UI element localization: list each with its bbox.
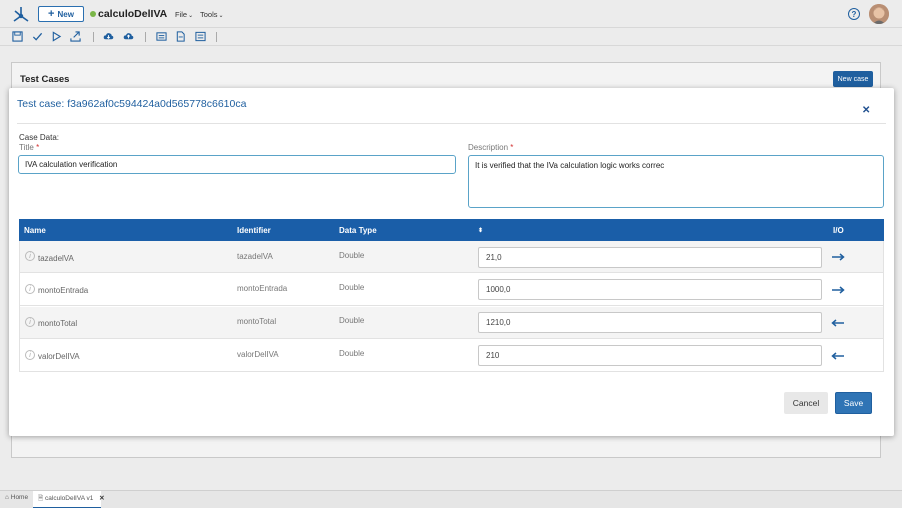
toolbar-separator bbox=[145, 32, 146, 42]
plus-icon: + bbox=[48, 8, 55, 20]
info-icon[interactable]: i bbox=[25, 350, 35, 360]
value-input[interactable]: 210 bbox=[478, 345, 822, 366]
param-name: tazadelVA bbox=[38, 254, 74, 263]
param-data-type: Double bbox=[339, 316, 365, 325]
app-title: calculoDelIVA bbox=[98, 8, 168, 20]
table-border bbox=[19, 241, 20, 371]
toolbar-separator bbox=[93, 32, 94, 42]
tab-active-label: calculoDelIVA v1 bbox=[45, 495, 94, 502]
header-identifier: Identifier bbox=[237, 226, 271, 235]
header-data-type: Data Type bbox=[339, 226, 377, 235]
param-name: valorDelIVA bbox=[38, 352, 80, 361]
description-label-text: Description bbox=[468, 143, 509, 152]
case-data-label: Case Data: bbox=[19, 133, 60, 142]
info-icon[interactable]: i bbox=[25, 251, 35, 261]
required-mark: * bbox=[510, 143, 514, 152]
title-label-text: Title bbox=[19, 143, 34, 152]
deploy-icon[interactable] bbox=[70, 31, 81, 42]
tab-home[interactable]: ⌂ Home bbox=[5, 494, 28, 501]
cloud-download-icon[interactable] bbox=[103, 31, 114, 42]
app-logo-icon[interactable] bbox=[12, 5, 30, 23]
bottom-tab-bar: ⌂ Home 🗎 calculoDelIVA v1 ✕ bbox=[0, 490, 902, 508]
test-cases-icon[interactable] bbox=[195, 31, 206, 42]
value-input[interactable]: 1000,0 bbox=[478, 279, 822, 300]
cloud-upload-icon[interactable] bbox=[123, 31, 134, 42]
header-name: Name bbox=[24, 226, 46, 235]
menu-file-label: File bbox=[175, 10, 188, 19]
modal-divider bbox=[17, 123, 886, 124]
arrow-left-icon bbox=[831, 352, 844, 360]
tab-home-label: Home bbox=[10, 494, 29, 501]
avatar[interactable] bbox=[869, 4, 889, 24]
home-icon: ⌂ bbox=[5, 494, 9, 501]
check-icon[interactable] bbox=[32, 31, 43, 42]
run-icon[interactable] bbox=[51, 31, 62, 42]
title-input[interactable]: IVA calculation verification bbox=[18, 155, 456, 174]
param-data-type: Double bbox=[339, 283, 365, 292]
sort-icon[interactable]: ⬍ bbox=[478, 227, 483, 234]
param-name: montoTotal bbox=[38, 319, 78, 328]
toolbar-separator bbox=[216, 32, 217, 42]
close-icon[interactable]: ✕ bbox=[862, 105, 870, 116]
top-bar: + New calculoDelIVA File⌄ Tools⌄ ? bbox=[0, 0, 902, 28]
help-icon[interactable]: ? bbox=[848, 8, 860, 20]
table-row: i tazadelVA tazadelVA Double 21,0 bbox=[19, 241, 884, 273]
param-identifier: tazadelVA bbox=[237, 252, 273, 261]
table-row: i valorDelIVA valorDelIVA Double 210 bbox=[19, 340, 884, 372]
save-icon[interactable] bbox=[12, 31, 23, 42]
value-input[interactable]: 21,0 bbox=[478, 247, 822, 268]
cancel-button[interactable]: Cancel bbox=[784, 392, 828, 414]
param-identifier: montoEntrada bbox=[237, 284, 288, 293]
new-button[interactable]: + New bbox=[38, 6, 84, 22]
arrow-right-icon bbox=[832, 253, 845, 261]
menu-tools-label: Tools bbox=[200, 10, 218, 19]
test-cases-title: Test Cases bbox=[20, 74, 70, 85]
value-input[interactable]: 1210,0 bbox=[478, 312, 822, 333]
form-icon[interactable] bbox=[156, 31, 167, 42]
info-icon[interactable]: i bbox=[25, 284, 35, 294]
header-io: I/O bbox=[833, 226, 844, 235]
arrow-right-icon bbox=[832, 286, 845, 294]
new-button-label: New bbox=[57, 9, 74, 19]
arrow-left-icon bbox=[831, 319, 844, 327]
table-header: Name Identifier Data Type ⬍ I/O bbox=[19, 219, 884, 241]
chevron-down-icon: ⌄ bbox=[218, 13, 224, 19]
save-button[interactable]: Save bbox=[835, 392, 872, 414]
close-tab-icon[interactable]: ✕ bbox=[99, 495, 104, 502]
title-label: Title * bbox=[19, 143, 39, 152]
param-identifier: montoTotal bbox=[237, 317, 277, 326]
file-icon: 🗎 bbox=[38, 495, 44, 502]
toolbar bbox=[0, 28, 902, 46]
menu-file[interactable]: File⌄ bbox=[175, 10, 193, 19]
info-icon[interactable]: i bbox=[25, 317, 35, 327]
table-border bbox=[883, 241, 884, 371]
modal-title: Test case: f3a962af0c594424a0d565778c661… bbox=[17, 98, 247, 110]
param-data-type: Double bbox=[339, 349, 365, 358]
required-mark: * bbox=[36, 143, 40, 152]
param-name: montoEntrada bbox=[38, 286, 89, 295]
test-case-modal: Test case: f3a962af0c594424a0d565778c661… bbox=[9, 88, 894, 436]
table-row: i montoEntrada montoEntrada Double 1000,… bbox=[19, 274, 884, 306]
document-icon[interactable] bbox=[175, 31, 186, 42]
param-data-type: Double bbox=[339, 251, 365, 260]
table-row: i montoTotal montoTotal Double 1210,0 bbox=[19, 307, 884, 339]
new-case-button[interactable]: New case bbox=[833, 71, 873, 87]
description-textarea[interactable]: It is verified that the IVa calculation … bbox=[468, 155, 884, 208]
chevron-down-icon: ⌄ bbox=[188, 13, 194, 19]
menu-tools[interactable]: Tools⌄ bbox=[200, 10, 224, 19]
param-identifier: valorDelIVA bbox=[237, 350, 279, 359]
status-dot bbox=[90, 11, 96, 17]
description-label: Description * bbox=[468, 143, 513, 152]
tab-calculo-del-iva[interactable]: 🗎 calculoDelIVA v1 ✕ bbox=[38, 494, 105, 505]
